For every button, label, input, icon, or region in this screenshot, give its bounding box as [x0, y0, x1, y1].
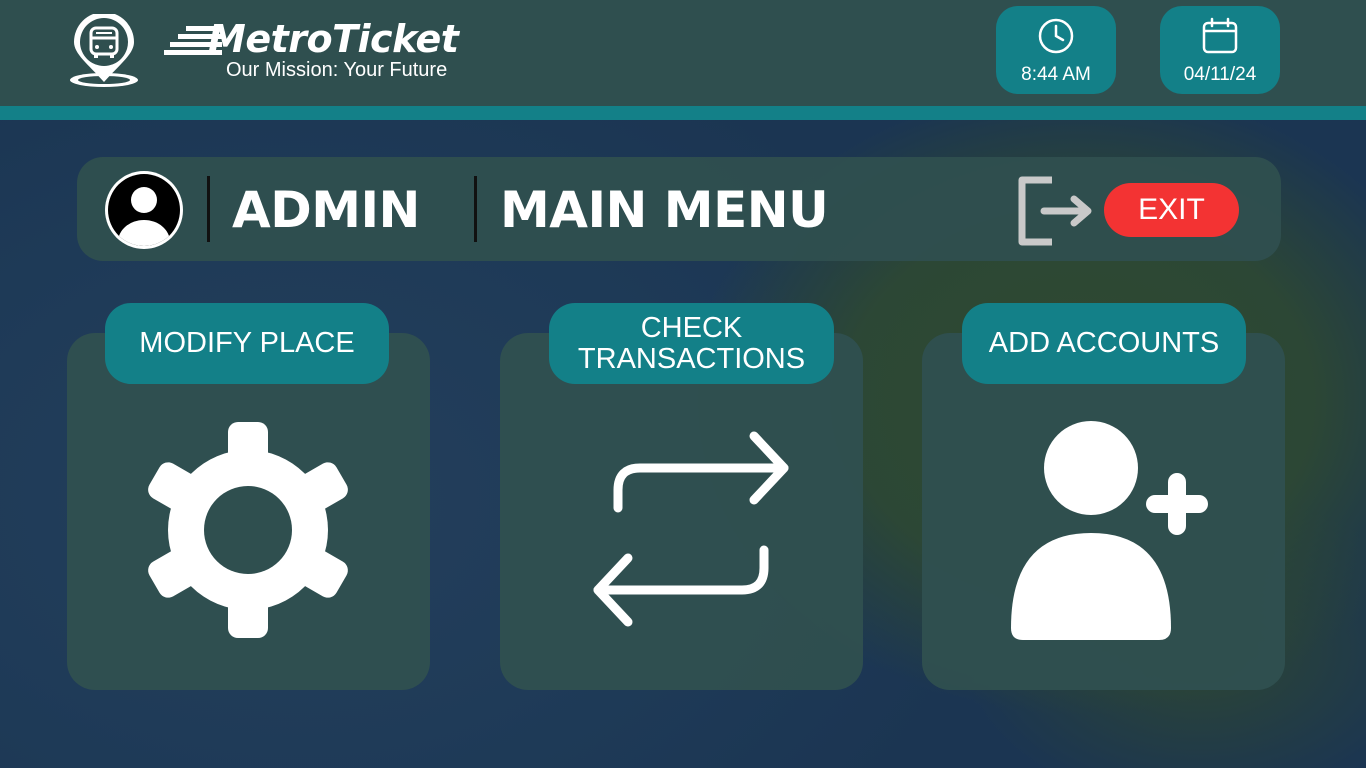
header-divider: [474, 176, 477, 242]
add-user-icon[interactable]: [1005, 418, 1220, 643]
brand-tagline: Our Mission: Your Future: [226, 59, 448, 81]
top-bar-stripe: [0, 106, 1366, 120]
calendar-icon: [1202, 17, 1238, 54]
sign-out-icon[interactable]: [1016, 176, 1096, 246]
check-transactions-label[interactable]: CHECK TRANSACTIONS: [549, 303, 834, 384]
exit-button[interactable]: EXIT: [1104, 183, 1239, 237]
date-display: 04/11/24: [1160, 6, 1280, 94]
modify-place-label[interactable]: MODIFY PLACE: [105, 303, 389, 384]
brand-name: MetroTicket: [208, 17, 459, 61]
date-text: 04/11/24: [1183, 64, 1257, 85]
gear-icon[interactable]: [138, 420, 358, 640]
swap-arrows-icon[interactable]: [588, 428, 798, 638]
time-display: 8:44 AM: [996, 6, 1116, 94]
role-label: ADMIN: [232, 181, 420, 239]
clock-icon: [1038, 18, 1074, 54]
add-accounts-label[interactable]: ADD ACCOUNTS: [962, 303, 1246, 384]
bus-location-pin-icon: [70, 14, 138, 87]
time-text: 8:44 AM: [1021, 64, 1091, 85]
header-divider: [207, 176, 210, 242]
page-title: MAIN MENU: [500, 181, 829, 239]
user-avatar-icon: [105, 171, 183, 249]
